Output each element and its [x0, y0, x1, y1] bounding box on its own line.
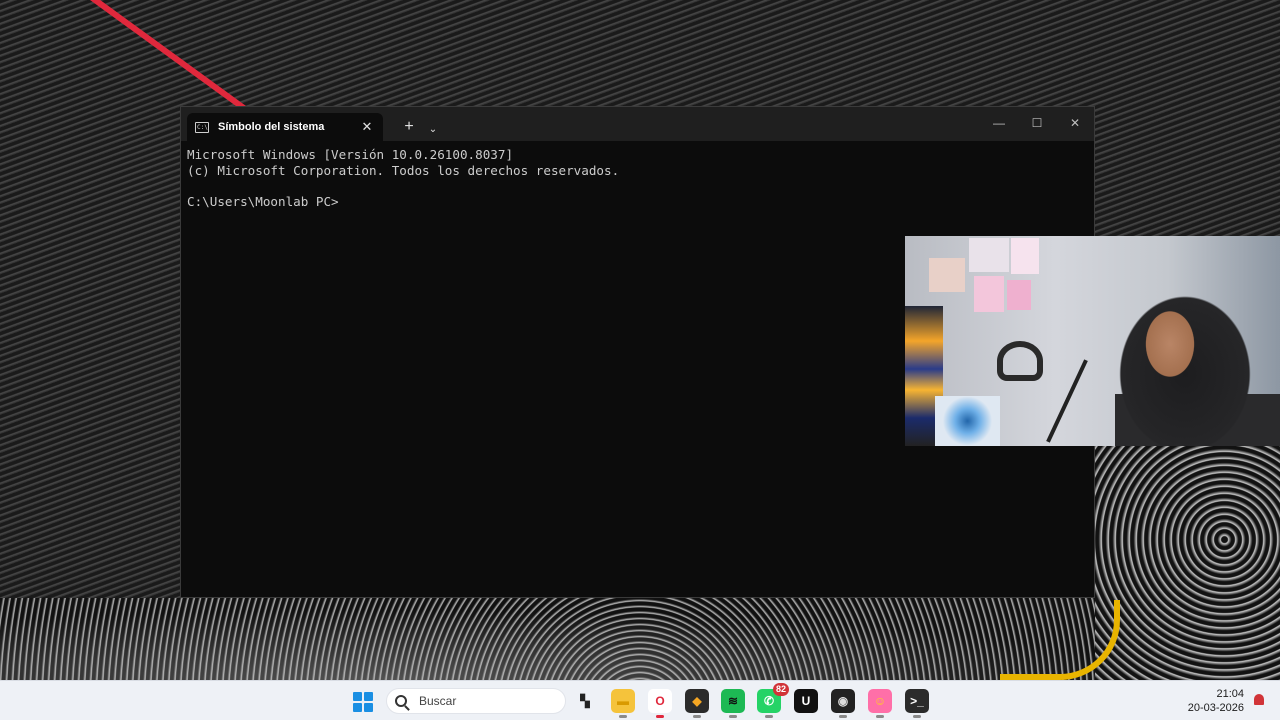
close-tab-icon[interactable]: ✕: [359, 119, 375, 135]
search-icon: [395, 695, 407, 707]
task-view-icon[interactable]: ▚: [573, 689, 597, 713]
running-indicator: [765, 715, 773, 718]
system-clock[interactable]: 21:04 20-03-2026: [1188, 687, 1244, 715]
windows-start-icon[interactable]: [353, 692, 373, 712]
running-indicator: [656, 715, 664, 718]
spotify-icon[interactable]: ≋: [721, 689, 745, 718]
running-indicator: [876, 715, 884, 718]
running-indicator: [619, 715, 627, 718]
running-indicator: [729, 715, 737, 718]
notification-badge: 82: [772, 683, 789, 696]
running-indicator: [839, 715, 847, 718]
terminal-icon[interactable]: >_: [905, 689, 929, 718]
file-explorer-icon[interactable]: ▬: [611, 689, 635, 718]
wallpaper-red-line: [90, 0, 264, 124]
terminal-line: Microsoft Windows [Versión 10.0.26100.80…: [187, 147, 514, 162]
webcam-poster: [935, 396, 1000, 446]
fl-studio-icon[interactable]: ◆: [685, 689, 709, 718]
new-tab-button[interactable]: +: [401, 118, 417, 136]
notification-bell-icon[interactable]: [1254, 694, 1264, 705]
search-placeholder: Buscar: [419, 694, 457, 708]
webcam-mic-arm: [1046, 359, 1088, 443]
wallpaper-pattern-right: [1095, 446, 1280, 680]
tab-title: Símbolo del sistema: [218, 121, 325, 133]
emoji-app-icon[interactable]: ☺: [868, 689, 892, 718]
close-window-button[interactable]: ✕: [1056, 107, 1094, 139]
taskbar: Buscar ▚ ▬ O ◆ ≋ ✆ 82 U ◉ ☺ >_ 21:04 20-03-2026: [0, 680, 1280, 720]
upwork-icon[interactable]: U: [794, 689, 818, 713]
window-controls: — ☐ ✕: [980, 107, 1094, 141]
terminal-output[interactable]: Microsoft Windows [Versión 10.0.26100.80…: [181, 141, 1094, 215]
clock-date: 20-03-2026: [1187, 702, 1244, 714]
terminal-titlebar[interactable]: C:\ Símbolo del sistema ✕ + ⌄ — ☐ ✕: [181, 107, 1094, 141]
terminal-prompt[interactable]: C:\Users\Moonlab PC>: [187, 194, 1088, 210]
webcam-overlay: [905, 236, 1280, 446]
cmd-icon: C:\: [195, 121, 209, 133]
whatsapp-icon[interactable]: ✆ 82: [757, 683, 789, 718]
taskbar-search[interactable]: Buscar: [386, 688, 566, 714]
minimize-button[interactable]: —: [980, 107, 1018, 139]
webcam-person: [1115, 264, 1280, 446]
obs-icon[interactable]: ◉: [831, 689, 855, 718]
maximize-button[interactable]: ☐: [1018, 107, 1056, 139]
webcam-headphones: [997, 341, 1043, 381]
chevron-down-icon[interactable]: ⌄: [427, 124, 439, 135]
terminal-line: (c) Microsoft Corporation. Todos los der…: [187, 162, 620, 178]
terminal-tab[interactable]: C:\ Símbolo del sistema ✕: [187, 113, 383, 141]
clock-time: 21:04: [1216, 688, 1244, 700]
opera-icon[interactable]: O: [648, 689, 672, 718]
running-indicator: [913, 715, 921, 718]
running-indicator: [693, 715, 701, 718]
